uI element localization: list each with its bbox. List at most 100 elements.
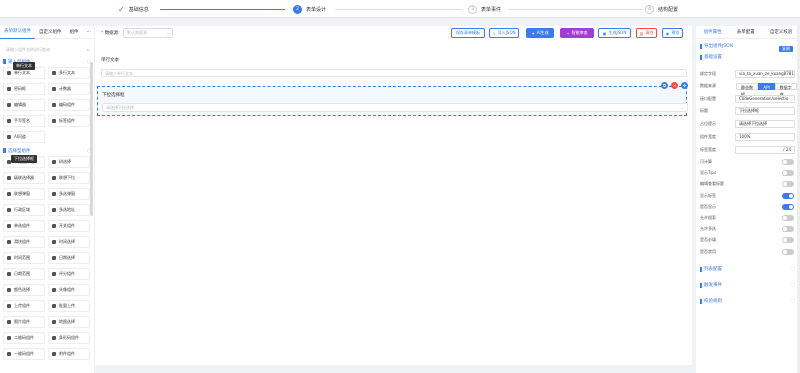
section-list[interactable]: 列表配置 ○ <box>700 265 795 273</box>
collapse-icon[interactable]: ○ <box>792 55 796 60</box>
collapse-icon[interactable]: ○ <box>791 299 795 304</box>
group-select-components[interactable]: 选择型组件 ○ <box>3 147 91 154</box>
text-input-preview[interactable]: 请输入单行文本 <box>101 69 687 77</box>
property-input[interactable]: 请选择下拉选择 <box>735 120 795 128</box>
delete-icon[interactable]: ✕ <box>671 82 678 89</box>
eye-icon: ◉ <box>665 30 670 36</box>
step-structure-config[interactable]: 4 结构配置 <box>645 4 678 15</box>
tab-form-config[interactable]: 表单配置 <box>737 29 755 35</box>
component-item[interactable]: 颜色选择 <box>3 284 45 296</box>
component-item[interactable]: 时间范围 <box>3 252 45 264</box>
component-item[interactable]: 日期范围 <box>3 268 45 280</box>
section-title: 基础设置 <box>704 55 722 60</box>
component-item[interactable]: 密码框 <box>3 83 45 95</box>
tab-components[interactable]: 组件 <box>66 26 83 39</box>
component-item[interactable]: 附件组件 <box>48 348 90 360</box>
import-json-button[interactable]: ⇩ 导入JSON <box>489 28 519 38</box>
data-source-segmented[interactable]: 静态数据 API 数据字典 <box>736 82 797 97</box>
preview-button[interactable]: ◉ 预览 <box>662 28 683 38</box>
component-item[interactable]: 级联选择器 <box>3 172 45 184</box>
toggle-switch[interactable] <box>782 226 794 233</box>
component-item[interactable]: 编辑器 <box>3 99 45 111</box>
form-canvas[interactable]: 单行文本 请输入单行文本 下拉选择框 请选择下拉选择 ⌄ ⧉ ✕ ✥ <box>95 43 692 365</box>
section-valid[interactable]: 校验规则 ○ <box>700 297 795 305</box>
toggle-switch[interactable] <box>782 170 794 177</box>
tab-more[interactable]: ··· <box>83 26 95 39</box>
select-placeholder: 请选择下拉选择 <box>106 105 134 110</box>
switch-label: 是否必填 <box>700 237 716 243</box>
component-icon <box>7 208 11 212</box>
datasource-select[interactable]: 默认数据源 ⌄ <box>123 28 173 38</box>
component-item[interactable]: 批量上传 <box>48 300 90 312</box>
component-item[interactable]: 编码组件 <box>48 99 90 111</box>
component-item[interactable]: 计数器 <box>48 83 90 95</box>
property-input[interactable]: 100% <box>735 133 795 141</box>
property-input[interactable]: via_ta_xuan_ze_kuang8781 <box>735 70 795 78</box>
toggle-switch[interactable] <box>782 215 794 221</box>
component-item[interactable]: 时间选择 <box>48 236 90 248</box>
tab-component-props[interactable]: 组件属性 <box>704 29 722 35</box>
segment-option[interactable]: 静态数据 <box>736 82 759 97</box>
component-item[interactable]: 树选择 <box>48 156 90 168</box>
toggle-switch[interactable] <box>782 203 794 210</box>
toggle-switch[interactable] <box>782 237 794 244</box>
switch-row: 显示Tips <box>700 169 797 177</box>
tab-custom-validation[interactable]: 自定义校验 <box>770 29 793 35</box>
component-search-input[interactable]: 请输入组件名称进行查询 ⌕ <box>3 45 91 54</box>
component-item[interactable]: 多行文本 <box>48 67 90 79</box>
tab-custom-components[interactable]: 自定义组件 <box>35 26 66 39</box>
component-icon <box>52 304 56 308</box>
smart-review-button[interactable]: ✧ 智能审查 <box>560 28 594 38</box>
component-item[interactable]: 手写签名 <box>3 115 45 127</box>
property-input[interactable]: / 24 <box>735 146 795 154</box>
collapse-icon[interactable]: ○ <box>791 283 795 288</box>
step-form-events[interactable]: 3 表单事件 <box>468 4 501 15</box>
component-item[interactable]: 滑块组件 <box>3 236 45 248</box>
step-basic-info[interactable]: ✓ 基础信息 <box>118 4 149 15</box>
select-input-preview[interactable]: 请选择下拉选择 ⌄ <box>102 103 688 112</box>
component-item[interactable]: 多选地址 <box>48 204 90 216</box>
component-item[interactable]: 一维码组件 <box>3 348 45 360</box>
component-item[interactable]: 头像组件 <box>48 284 90 296</box>
component-item[interactable]: 评分组件 <box>48 268 90 280</box>
toggle-switch[interactable] <box>782 181 794 188</box>
step-form-design[interactable]: 2 表单设计 <box>293 4 326 15</box>
component-item[interactable]: AI问道 <box>3 131 45 143</box>
component-item[interactable]: 行政区域 <box>3 204 45 216</box>
tab-default-components[interactable]: 表单默认组件 <box>0 25 35 39</box>
move-icon[interactable]: ✥ <box>681 82 688 89</box>
scrollbar[interactable] <box>90 62 93 216</box>
section-event[interactable]: 触发事件 ○ <box>700 281 795 289</box>
ai-generate-button[interactable]: ✦ AI生成 <box>526 28 554 38</box>
toggle-switch[interactable] <box>782 192 794 199</box>
collapse-icon[interactable]: ○ <box>791 267 795 272</box>
component-item[interactable]: 开关组件 <box>48 220 90 232</box>
component-item[interactable]: 地图选择 <box>48 316 90 328</box>
step-line <box>335 9 463 10</box>
toggle-switch[interactable] <box>782 248 794 255</box>
component-item[interactable]: 单选组件 <box>3 220 45 232</box>
component-item[interactable]: 上传组件 <box>3 300 45 312</box>
component-item[interactable]: 联想弹窗 <box>3 188 45 200</box>
toggle-switch[interactable] <box>782 159 794 165</box>
component-item[interactable]: 标签组件 <box>48 115 90 127</box>
save-template-button[interactable]: 保存表单模板 <box>451 28 485 38</box>
switch-row: 是否禁用 <box>700 248 797 256</box>
property-input[interactable]: 下拉选择框 <box>735 107 795 115</box>
component-item[interactable]: 二维码组件 <box>3 332 45 344</box>
copy-button[interactable]: 复制 <box>779 46 793 52</box>
segment-option[interactable]: 数据字典 <box>774 82 797 97</box>
component-item[interactable]: 日期选择 <box>48 252 90 264</box>
section-basic-settings[interactable]: 基础设置 ○ <box>700 53 796 61</box>
copy-icon[interactable]: ⧉ <box>661 82 668 89</box>
property-input[interactable]: CodeGeneration/selectio <box>735 95 795 103</box>
segment-option[interactable]: API <box>758 82 775 90</box>
component-item[interactable]: 多选弹窗 <box>48 188 90 200</box>
component-label: 图片组件 <box>14 319 30 324</box>
component-item[interactable]: 条形码组件 <box>48 332 90 344</box>
component-item[interactable]: 图片组件 <box>3 316 45 328</box>
component-item[interactable]: 联想下拉 <box>48 172 90 184</box>
clear-button[interactable]: ▥ 清空 <box>636 28 657 38</box>
selected-form-item[interactable]: 下拉选择框 请选择下拉选择 ⌄ <box>97 86 688 116</box>
generate-json-button[interactable]: ▣ 生成JSON <box>598 28 631 38</box>
